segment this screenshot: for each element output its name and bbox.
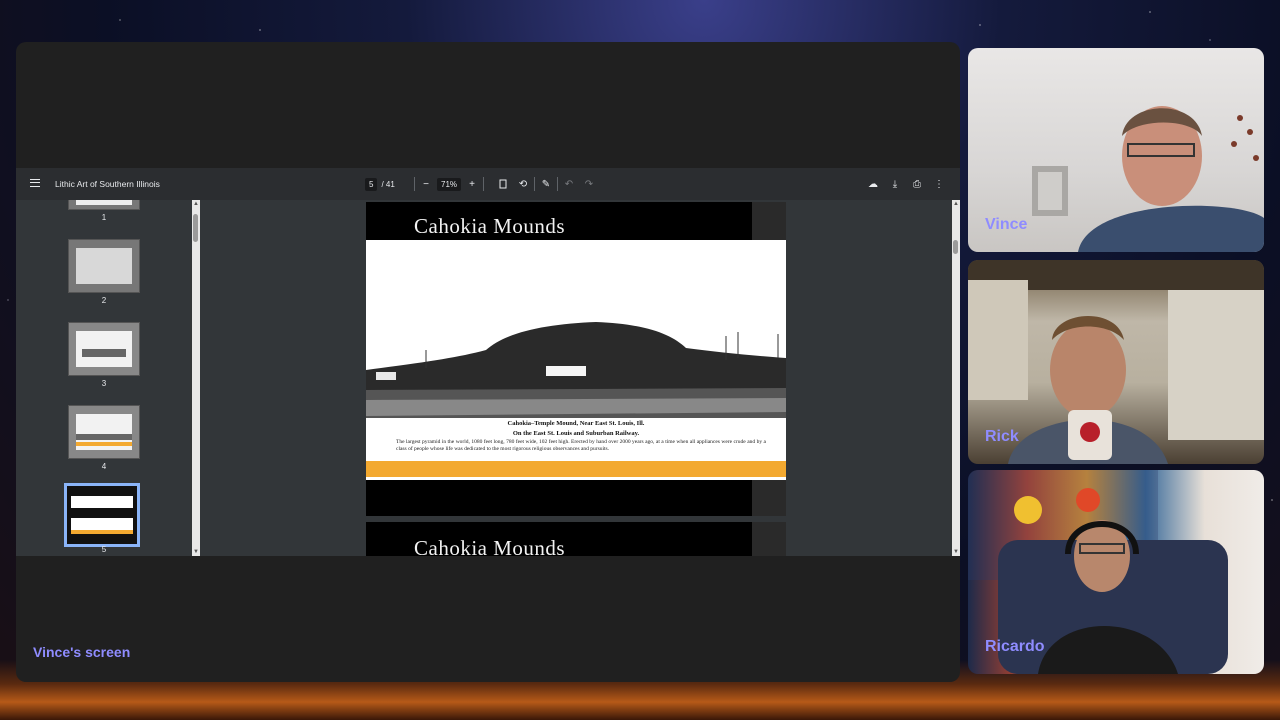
page-total: / 41 xyxy=(381,179,395,189)
thumbnail-page-5[interactable] xyxy=(64,483,140,547)
pdf-page-6: Cahokia Mounds xyxy=(366,522,786,556)
print-icon[interactable]: ⎙ xyxy=(910,177,924,191)
participant-name: Rick xyxy=(985,428,1019,445)
caption-body: The largest pyramid in the world, 1080 f… xyxy=(396,439,766,452)
fit-page-icon[interactable] xyxy=(496,177,510,191)
undo-icon[interactable]: ↶ xyxy=(562,177,576,191)
pdf-toolbar: Lithic Art of Southern Illinois 5 / 41 −… xyxy=(16,168,960,200)
thumbnail-label: 2 xyxy=(101,296,107,305)
thumbnail-label: 5 xyxy=(101,545,107,554)
next-page-heading: Cahokia Mounds xyxy=(414,536,566,556)
view-tools: ⟲ ✎ ↶ ↷ xyxy=(496,168,596,200)
scroll-down-icon[interactable]: ▼ xyxy=(192,548,200,556)
divider xyxy=(414,177,415,191)
scroll-down-icon[interactable]: ▼ xyxy=(952,548,960,556)
participant-name: Ricardo xyxy=(985,638,1045,655)
zoom-level[interactable]: 71% xyxy=(437,177,462,191)
thumbnail-label: 3 xyxy=(101,379,107,388)
document-title: Lithic Art of Southern Illinois xyxy=(55,179,160,189)
annotate-icon[interactable]: ✎ xyxy=(539,177,553,191)
participant-name: Vince xyxy=(985,216,1028,233)
scroll-up-icon[interactable]: ▲ xyxy=(952,200,960,208)
divider xyxy=(534,177,535,191)
participant-tile-ricardo[interactable]: Ricardo xyxy=(968,470,1264,674)
caption-subtitle: On the East St. Louis and Suburban Railw… xyxy=(512,430,640,437)
zoom-in-icon[interactable]: + xyxy=(465,177,479,191)
pdf-viewer: Lithic Art of Southern Illinois 5 / 41 −… xyxy=(16,168,960,556)
sidebar-scrollbar[interactable]: ▲ ▼ xyxy=(192,200,200,556)
participant-tile-rick[interactable]: Rick xyxy=(968,260,1264,464)
pdf-page-5: Cahokia Mounds Cahokia–Temple Mound, Nea… xyxy=(366,202,786,516)
scrollbar-thumb[interactable] xyxy=(193,214,198,242)
rotate-icon[interactable]: ⟲ xyxy=(516,177,530,191)
thumbnail-page-3[interactable] xyxy=(68,322,140,376)
drive-save-icon[interactable]: ☁ xyxy=(866,177,880,191)
page-number-input[interactable]: 5 xyxy=(365,177,378,191)
thumbnail-label: 4 xyxy=(101,462,107,471)
thumbnail-label: 1 xyxy=(101,213,107,222)
mound-photograph: Cahokia–Temple Mound, Near East St. Loui… xyxy=(366,240,786,480)
divider xyxy=(557,177,558,191)
zoom-controls: − 71% + xyxy=(410,168,488,200)
caption-title: Cahokia–Temple Mound, Near East St. Loui… xyxy=(507,420,645,427)
participant-tile-vince[interactable]: Vince xyxy=(968,48,1264,252)
redo-icon[interactable]: ↷ xyxy=(582,177,596,191)
divider xyxy=(483,177,485,191)
scroll-up-icon[interactable]: ▲ xyxy=(192,200,200,208)
thumbnail-page-4[interactable] xyxy=(68,405,140,459)
thumbnail-page-1[interactable] xyxy=(68,200,140,210)
document-scrollbar[interactable]: ▲ ▼ xyxy=(952,200,960,556)
thumbnail-page-2[interactable] xyxy=(68,239,140,293)
page-margin xyxy=(752,522,786,556)
thumbnail-sidebar: 1 2 3 4 5 ▲ ▼ xyxy=(16,200,200,556)
more-options-icon[interactable]: ⋮ xyxy=(932,177,946,191)
orange-band xyxy=(366,461,786,477)
zoom-out-icon[interactable]: − xyxy=(419,177,433,191)
document-view[interactable]: Cahokia Mounds Cahokia–Temple Mound, Nea… xyxy=(200,200,954,556)
screen-share-stage: Lithic Art of Southern Illinois 5 / 41 −… xyxy=(16,42,960,682)
page-rule xyxy=(366,477,786,480)
menu-icon[interactable] xyxy=(30,179,40,187)
page-heading: Cahokia Mounds xyxy=(414,214,566,238)
screen-share-label: Vince's screen xyxy=(33,644,131,660)
scrollbar-thumb[interactable] xyxy=(953,240,958,254)
file-tools: ☁ ⤓ ⎙ ⋮ xyxy=(866,168,946,200)
download-icon[interactable]: ⤓ xyxy=(888,177,902,191)
page-navigator: 5 / 41 xyxy=(365,168,395,200)
